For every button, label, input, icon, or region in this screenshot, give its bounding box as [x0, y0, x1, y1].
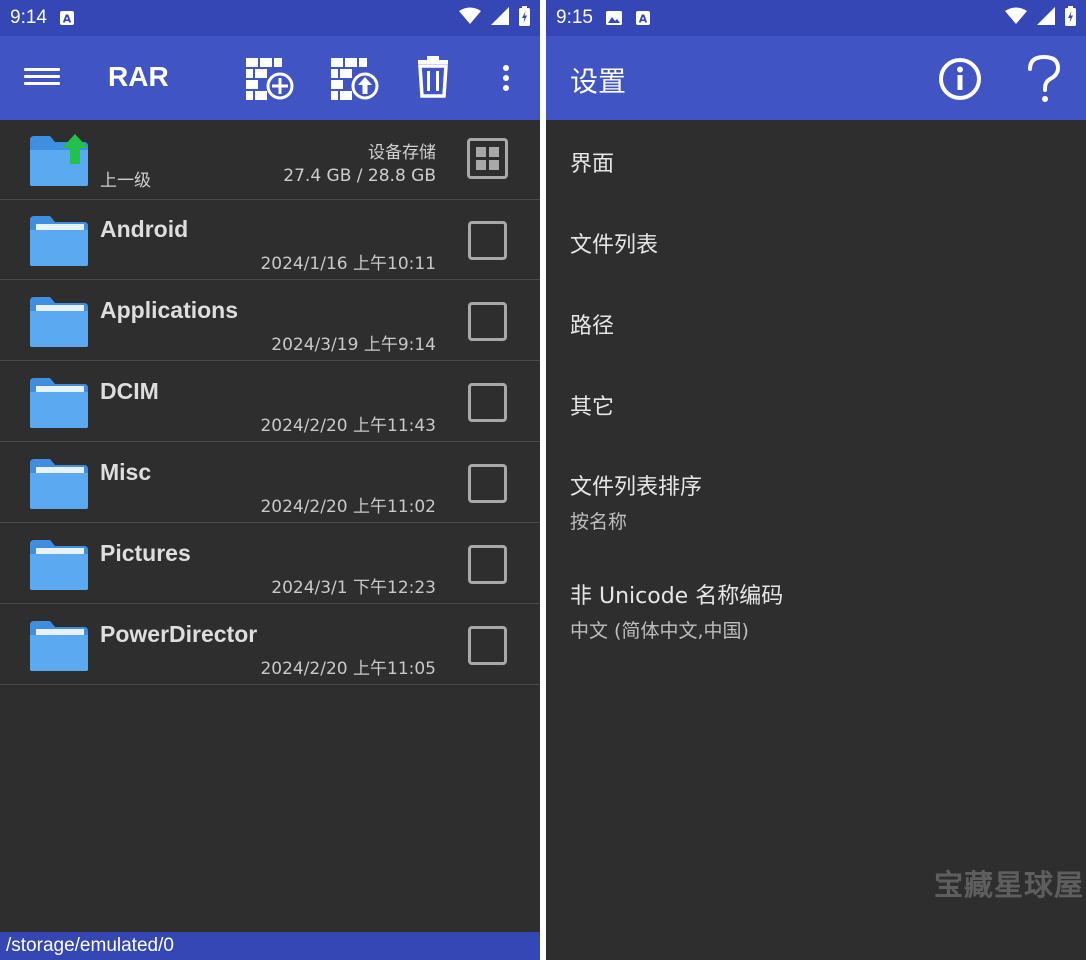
folder-name: Android	[100, 216, 189, 242]
folder-row[interactable]: PowerDirector 2024/2/20 上午11:05	[0, 605, 540, 685]
folder-name: Applications	[100, 297, 239, 323]
menu-icon[interactable]	[24, 64, 60, 92]
wifi-icon	[459, 7, 481, 29]
folder-date: 2024/2/20 上午11:02	[260, 497, 436, 517]
help-icon[interactable]	[1024, 53, 1064, 105]
setting-label: 路径	[570, 314, 615, 339]
rar-file-browser-screen: 9:14 A RAR 上一级 设备存储 27.4 GB / 28.8 GB An…	[0, 0, 540, 960]
notification-a-icon: A	[635, 10, 651, 26]
notification-a-icon: A	[59, 10, 75, 26]
folder-icon	[28, 538, 90, 596]
folder-row[interactable]: DCIM 2024/2/20 上午11:43	[0, 362, 540, 442]
folder-row[interactable]: Applications 2024/3/19 上午9:14	[0, 281, 540, 361]
folder-date: 2024/2/20 上午11:43	[260, 416, 436, 436]
info-icon[interactable]	[936, 55, 984, 103]
folder-name: PowerDirector	[100, 621, 258, 647]
delete-icon[interactable]	[414, 56, 464, 102]
folder-row[interactable]: Android 2024/1/16 上午10:11	[0, 200, 540, 280]
battery-charging-icon	[519, 6, 530, 30]
setting-path[interactable]: 路径	[570, 308, 1070, 340]
setting-other[interactable]: 其它	[570, 389, 1070, 421]
status-bar: 9:15 A	[546, 0, 1086, 36]
battery-charging-icon	[1065, 6, 1076, 30]
folder-date: 2024/1/16 上午10:11	[260, 254, 436, 274]
select-checkbox[interactable]	[468, 545, 507, 584]
folder-icon	[28, 376, 90, 434]
signal-icon	[491, 7, 509, 29]
settings-screen: 9:15 A 设置 界面 文件列表 路径 其它 文件列表排序 按名称 非 Uni…	[546, 0, 1086, 960]
grid-view-icon[interactable]	[467, 138, 508, 179]
status-bar: 9:14 A	[0, 0, 540, 36]
select-checkbox[interactable]	[468, 464, 507, 503]
setting-interface[interactable]: 界面	[570, 146, 1070, 178]
select-checkbox[interactable]	[468, 221, 507, 260]
signal-icon	[1037, 7, 1055, 29]
select-checkbox[interactable]	[468, 302, 507, 341]
select-checkbox[interactable]	[468, 383, 507, 422]
setting-non-unicode-encoding[interactable]: 非 Unicode 名称编码 中文 (简体中文,中国)	[570, 578, 1070, 643]
app-toolbar: RAR	[0, 36, 540, 120]
current-path: /storage/emulated/0	[0, 932, 540, 960]
settings-title: 设置	[570, 65, 627, 98]
extract-archive-icon[interactable]	[329, 56, 379, 102]
watermark: 宝藏星球屋	[933, 868, 1084, 902]
setting-label: 其它	[570, 395, 615, 420]
select-checkbox[interactable]	[468, 626, 507, 665]
parent-folder-label: 上一级	[100, 171, 151, 191]
folder-icon	[28, 214, 90, 272]
app-title: RAR	[108, 61, 169, 92]
folder-date: 2024/2/20 上午11:05	[260, 659, 436, 679]
image-notification-icon	[605, 10, 623, 26]
status-time: 9:14	[10, 7, 47, 28]
folder-row[interactable]: Pictures 2024/3/1 下午12:23	[0, 524, 540, 604]
setting-label: 文件列表	[570, 233, 659, 258]
setting-label: 非 Unicode 名称编码	[570, 584, 784, 609]
folder-name: Pictures	[100, 540, 191, 566]
setting-label: 文件列表排序	[570, 475, 703, 500]
setting-label: 界面	[570, 152, 615, 177]
folder-name: DCIM	[100, 378, 159, 404]
more-options-icon[interactable]	[494, 56, 518, 102]
folder-name: Misc	[100, 459, 152, 485]
storage-size: 27.4 GB / 28.8 GB	[283, 166, 436, 186]
setting-value: 中文 (简体中文,中国)	[570, 620, 749, 642]
storage-name: 设备存储	[368, 143, 436, 163]
folder-date: 2024/3/1 下午12:23	[271, 578, 436, 598]
folder-icon	[28, 295, 90, 353]
folder-icon	[28, 619, 90, 677]
status-time: 9:15	[556, 7, 593, 28]
setting-file-list[interactable]: 文件列表	[570, 227, 1070, 259]
svg-text:A: A	[639, 13, 648, 26]
folder-date: 2024/3/19 上午9:14	[271, 335, 436, 355]
settings-toolbar: 设置	[546, 36, 1086, 120]
folder-up-icon	[28, 134, 92, 192]
setting-value: 按名称	[570, 511, 628, 533]
folder-icon	[28, 457, 90, 515]
svg-text:A: A	[63, 13, 72, 26]
folder-row[interactable]: Misc 2024/2/20 上午11:02	[0, 443, 540, 523]
parent-folder-row[interactable]: 上一级 设备存储 27.4 GB / 28.8 GB	[0, 120, 540, 200]
setting-file-list-sort[interactable]: 文件列表排序 按名称	[570, 469, 1070, 534]
add-to-archive-icon[interactable]	[244, 56, 294, 102]
wifi-icon	[1005, 7, 1027, 29]
